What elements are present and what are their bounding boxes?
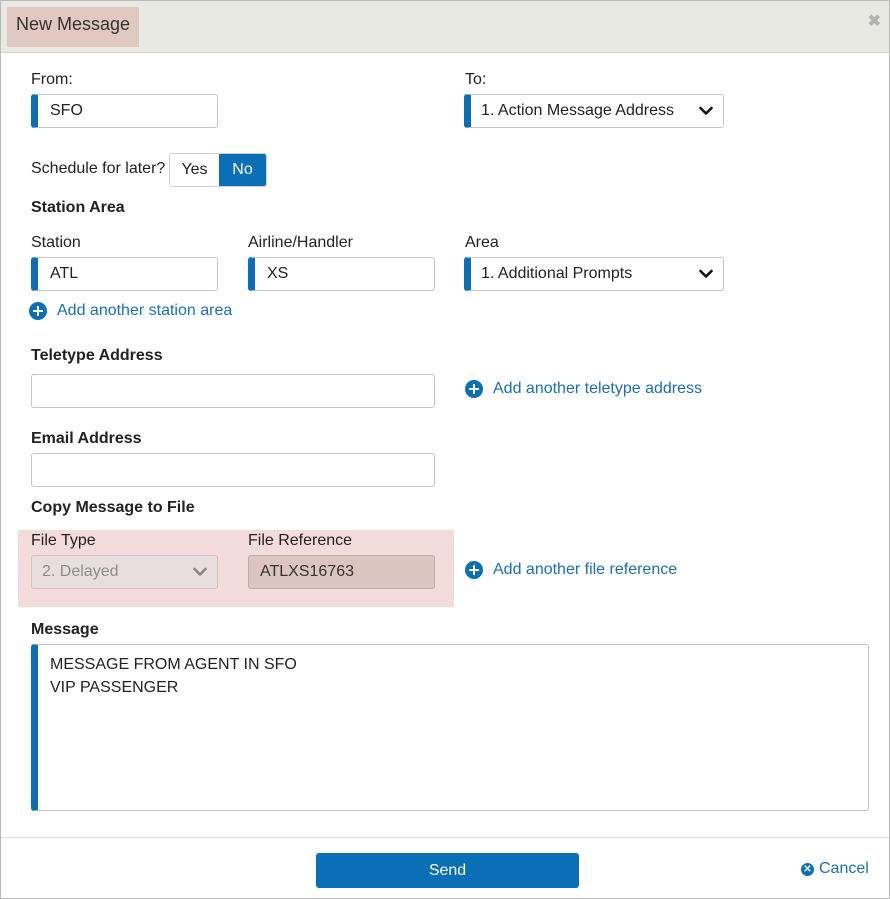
schedule-label: Schedule for later? (31, 160, 166, 177)
email-input[interactable] (31, 453, 435, 487)
add-file-reference-label: Add another file reference (493, 561, 678, 578)
area-select[interactable]: 1. Additional Prompts (464, 257, 724, 291)
schedule-toggle: Yes No (169, 153, 267, 187)
send-button[interactable]: Send (316, 853, 579, 888)
teletype-heading: Teletype Address (31, 347, 163, 364)
add-station-area-link[interactable]: Add another station area (29, 302, 232, 320)
chevron-down-icon (699, 106, 713, 115)
close-icon[interactable]: ✖ (868, 11, 881, 31)
chevron-down-icon (193, 567, 207, 576)
dialog-footer: Send ✕ Cancel (1, 837, 889, 898)
station-area-heading: Station Area (31, 199, 125, 216)
plus-circle-icon (29, 302, 47, 320)
schedule-yes-button[interactable]: Yes (170, 154, 219, 186)
to-label: To: (465, 71, 487, 88)
cancel-button[interactable]: ✕ Cancel (801, 860, 869, 878)
dialog-titlebar: New Message ✖ (1, 1, 889, 53)
cancel-label: Cancel (819, 860, 869, 877)
chevron-down-icon (699, 269, 713, 278)
add-station-area-label: Add another station area (57, 302, 233, 319)
add-teletype-link[interactable]: Add another teletype address (465, 380, 702, 398)
message-heading: Message (31, 621, 99, 638)
airline-input[interactable]: XS (248, 257, 435, 291)
file-ref-input[interactable]: ATLXS16763 (248, 555, 435, 589)
schedule-no-button[interactable]: No (219, 154, 266, 186)
message-textarea[interactable]: MESSAGE FROM AGENT IN SFO VIP PASSENGER (31, 644, 869, 811)
dialog-title: New Message (7, 7, 140, 47)
to-select[interactable]: 1. Action Message Address (464, 94, 724, 128)
close-circle-icon: ✕ (801, 862, 814, 876)
email-heading: Email Address (31, 430, 142, 447)
file-type-select[interactable]: 2. Delayed (31, 555, 218, 589)
teletype-input[interactable] (31, 374, 435, 408)
plus-circle-icon (465, 380, 483, 398)
airline-label: Airline/Handler (248, 234, 353, 251)
area-label: Area (465, 234, 499, 251)
plus-circle-icon (465, 561, 483, 579)
from-label: From: (31, 71, 73, 88)
copy-file-heading: Copy Message to File (31, 499, 195, 516)
file-type-label: File Type (31, 532, 96, 549)
to-select-value: 1. Action Message Address (481, 102, 674, 119)
add-teletype-label: Add another teletype address (493, 380, 703, 397)
station-label: Station (31, 234, 81, 251)
from-input[interactable]: SFO (31, 94, 218, 128)
file-type-value: 2. Delayed (42, 563, 119, 580)
new-message-dialog: New Message ✖ From: SFO To: 1. Action Me… (0, 0, 890, 899)
file-ref-label: File Reference (248, 532, 353, 549)
add-file-reference-link[interactable]: Add another file reference (465, 561, 677, 579)
area-select-value: 1. Additional Prompts (481, 265, 633, 282)
station-input[interactable]: ATL (31, 257, 218, 291)
